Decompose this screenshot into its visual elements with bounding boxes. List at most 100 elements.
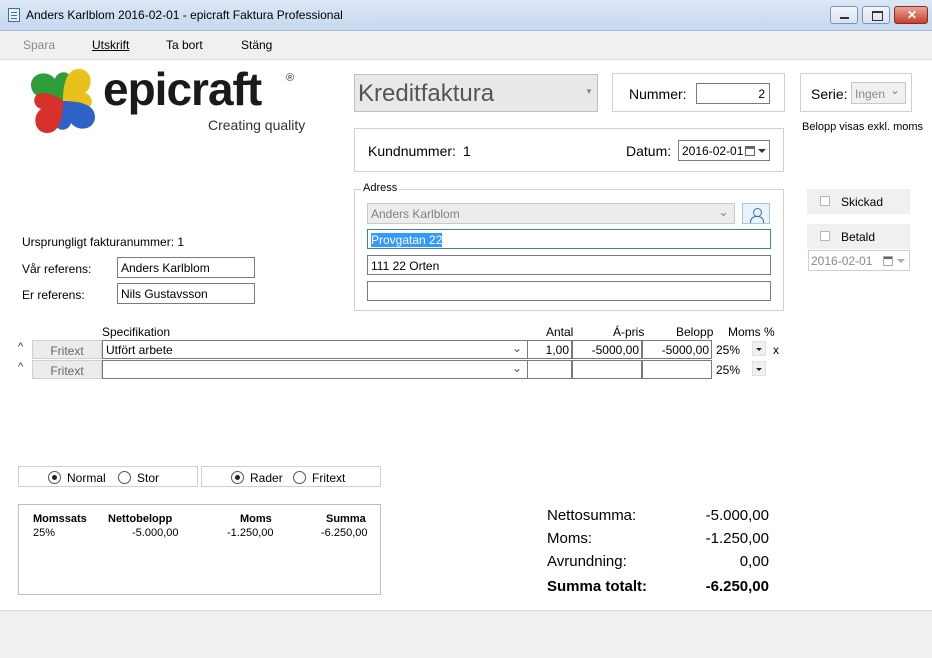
window-title: Anders Karlblom 2016-02-01 - epicraft Fa… bbox=[26, 8, 343, 22]
spec-column-header: Specifikation bbox=[102, 325, 171, 339]
row-type-button[interactable]: Fritext bbox=[32, 360, 102, 379]
chevron-down-icon: ▼ bbox=[585, 87, 593, 96]
freetext-mode-radio[interactable] bbox=[293, 471, 306, 484]
status-bar bbox=[0, 610, 932, 658]
chevron-down-icon: ⌄ bbox=[718, 204, 729, 219]
close-document-button[interactable]: Stäng bbox=[241, 38, 272, 52]
address-line-1-input[interactable]: Provgatan 22 bbox=[367, 229, 771, 249]
normal-size-label: Normal bbox=[67, 471, 106, 485]
move-up-icon[interactable]: ^ bbox=[18, 361, 23, 373]
save-button[interactable]: Spara bbox=[23, 38, 55, 52]
document-type-value: Kreditfaktura bbox=[358, 80, 495, 107]
dropdown-arrow-icon[interactable] bbox=[758, 149, 766, 153]
amount-column-header: Belopp bbox=[676, 325, 714, 339]
minimize-button[interactable] bbox=[830, 6, 858, 24]
app-icon bbox=[8, 8, 20, 22]
customer-number-label: Kundnummer: bbox=[368, 143, 456, 159]
our-reference-label: Vår referens: bbox=[22, 262, 92, 276]
chevron-down-icon[interactable]: ⌄ bbox=[512, 361, 522, 375]
logo-registered-mark: ® bbox=[286, 72, 295, 84]
spec-input[interactable]: ⌄ bbox=[102, 360, 528, 379]
maximize-button[interactable] bbox=[862, 6, 890, 24]
mode-option-group: Rader Fritext bbox=[201, 466, 381, 487]
size-option-group: Normal Stor bbox=[18, 466, 198, 487]
paid-checkbox-label: Betald bbox=[841, 230, 876, 244]
number-input[interactable]: 2 bbox=[696, 83, 770, 104]
vat-summary-header: Momssats bbox=[33, 513, 87, 525]
rounding-value: 0,00 bbox=[739, 553, 769, 570]
address-legend: Adress bbox=[361, 182, 400, 194]
rows-mode-radio[interactable] bbox=[231, 471, 244, 484]
row-type-button[interactable]: Fritext bbox=[32, 340, 102, 359]
amount-input[interactable]: -5000,00 bbox=[642, 340, 712, 359]
quantity-input[interactable] bbox=[527, 360, 572, 379]
address-line-1-value: Provgatan 22 bbox=[371, 233, 443, 247]
vat-rate-value: 25% bbox=[716, 363, 741, 377]
move-up-icon[interactable]: ^ bbox=[18, 341, 23, 353]
address-line-3-input[interactable] bbox=[367, 281, 771, 301]
vat-rate-value: 25% bbox=[716, 343, 741, 357]
vat-summary-header: Moms bbox=[240, 513, 272, 525]
freetext-mode-label: Fritext bbox=[312, 471, 346, 485]
serie-select[interactable]: Ingen bbox=[851, 82, 906, 104]
net-total-label: Nettosumma: bbox=[547, 507, 637, 524]
vat-rate-dropdown-icon[interactable] bbox=[752, 361, 766, 376]
serie-select-value: Ingen bbox=[855, 87, 886, 101]
your-reference-input[interactable]: Nils Gustavsson bbox=[117, 283, 255, 304]
epicraft-logo-icon bbox=[31, 69, 95, 133]
calendar-icon[interactable] bbox=[883, 256, 893, 266]
logo-wordmark: epicraft bbox=[103, 63, 262, 115]
sent-checkbox-box[interactable] bbox=[820, 196, 830, 206]
calendar-icon[interactable] bbox=[745, 146, 755, 156]
unit-price-input[interactable] bbox=[572, 360, 642, 379]
paid-checkbox[interactable]: Betald bbox=[807, 224, 910, 249]
spec-value: Utfört arbete bbox=[106, 343, 173, 357]
your-reference-label: Er referens: bbox=[22, 288, 85, 302]
unit-price-column-header: Á-pris bbox=[613, 325, 645, 339]
amounts-excl-vat-note: Belopp visas exkl. moms bbox=[802, 121, 924, 133]
customer-number-value: 1 bbox=[463, 143, 471, 159]
vat-column-header: Moms % bbox=[728, 325, 775, 339]
amount-input[interactable] bbox=[642, 360, 712, 379]
spec-input[interactable]: Utfört arbete ⌄ bbox=[102, 340, 528, 359]
sent-checkbox-label: Skickad bbox=[841, 195, 884, 209]
our-reference-input[interactable]: Anders Karlblom bbox=[117, 257, 255, 278]
paid-date-value: 2016-02-01 bbox=[811, 254, 873, 268]
vat-total-label: Moms: bbox=[547, 530, 592, 547]
quantity-input[interactable]: 1,00 bbox=[527, 340, 572, 359]
grand-total-label: Summa totalt: bbox=[547, 578, 648, 595]
print-button[interactable]: Utskrift bbox=[92, 38, 129, 52]
dropdown-arrow-icon[interactable] bbox=[897, 259, 905, 263]
logo-tagline: Creating quality bbox=[208, 117, 306, 133]
vat-rate-dropdown-icon[interactable] bbox=[752, 341, 766, 356]
unit-price-input[interactable]: -5000,00 bbox=[572, 340, 642, 359]
sent-checkbox[interactable]: Skickad bbox=[807, 189, 910, 214]
date-picker[interactable]: 2016-02-01 bbox=[678, 140, 770, 161]
original-invoice-number: Ursprungligt fakturanummer: 1 bbox=[22, 235, 185, 249]
address-line-2-input[interactable]: 111 22 Orten bbox=[367, 255, 771, 275]
customer-name-value: Anders Karlblom bbox=[371, 207, 460, 221]
vat-summary-cell: 25% bbox=[33, 527, 56, 539]
vat-summary-cell: -1.250,00 bbox=[227, 527, 274, 539]
delete-row-icon[interactable]: x bbox=[773, 343, 779, 357]
vat-summary-cell: -5.000,00 bbox=[132, 527, 179, 539]
serie-label: Serie: bbox=[811, 86, 848, 102]
rounding-label: Avrundning: bbox=[547, 553, 627, 570]
delete-button[interactable]: Ta bort bbox=[166, 38, 203, 52]
large-size-radio[interactable] bbox=[118, 471, 131, 484]
close-button[interactable] bbox=[894, 6, 928, 24]
quantity-column-header: Antal bbox=[546, 325, 574, 339]
chevron-down-icon[interactable]: ⌄ bbox=[512, 341, 522, 355]
normal-size-radio[interactable] bbox=[48, 471, 61, 484]
paid-date-picker[interactable]: 2016-02-01 bbox=[808, 250, 910, 271]
date-label: Datum: bbox=[626, 143, 672, 159]
rows-mode-label: Rader bbox=[250, 471, 283, 485]
vat-summary-header: Nettobelopp bbox=[108, 513, 173, 525]
contact-person-icon[interactable] bbox=[742, 203, 770, 224]
vat-summary-header: Summa bbox=[326, 513, 366, 525]
paid-checkbox-box[interactable] bbox=[820, 231, 830, 241]
large-size-label: Stor bbox=[137, 471, 160, 485]
customer-name-select[interactable]: Anders Karlblom bbox=[367, 203, 735, 224]
vat-total-value: -1.250,00 bbox=[705, 530, 769, 547]
date-value: 2016-02-01 bbox=[682, 144, 744, 158]
